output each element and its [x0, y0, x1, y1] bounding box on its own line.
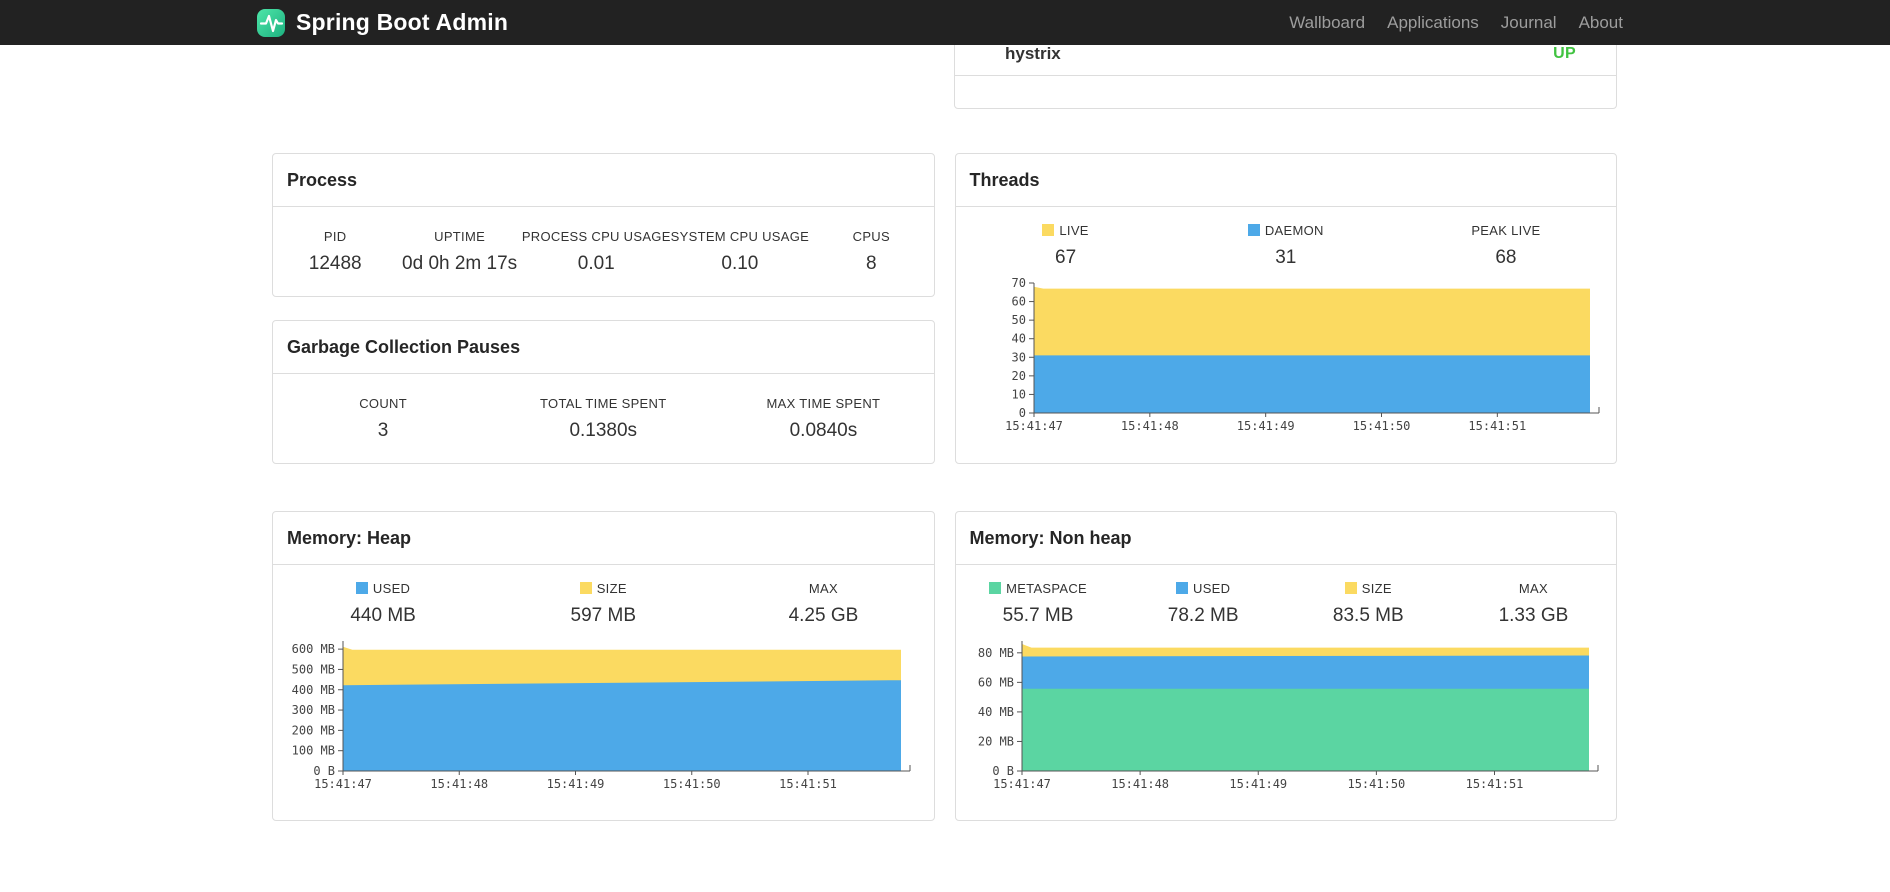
svg-text:400 MB: 400 MB	[292, 683, 335, 697]
svg-text:500 MB: 500 MB	[292, 662, 335, 676]
svg-text:60 MB: 60 MB	[977, 675, 1013, 689]
svg-text:20: 20	[1011, 369, 1025, 383]
svg-text:40 MB: 40 MB	[977, 705, 1013, 719]
stat-system-cpu-usage: SYSTEM CPU USAGE 0.10	[670, 229, 810, 274]
gc-panel-title: Garbage Collection Pauses	[273, 321, 934, 374]
memory-heap-panel: Memory: Heap USED 440 MB SIZE 597 MB MAX…	[272, 511, 935, 821]
threads-panel-title: Threads	[955, 154, 1616, 207]
size-series-swatch	[1344, 582, 1357, 594]
metaspace-series-swatch	[989, 582, 1002, 594]
used-series-swatch	[355, 582, 368, 594]
svg-text:15:41:49: 15:41:49	[1229, 777, 1287, 791]
svg-text:100 MB: 100 MB	[292, 744, 335, 758]
svg-text:15:41:47: 15:41:47	[314, 777, 372, 791]
legend-nonheap-size: SIZE 83.5 MB	[1332, 581, 1404, 626]
svg-text:0 B: 0 B	[313, 764, 335, 778]
threads-panel: Threads LIVE 67 DAEMON 31 PEAK LIVE 68 0…	[954, 153, 1617, 464]
nav-about[interactable]: About	[1568, 13, 1634, 33]
navbar-links: Wallboard Applications Journal About	[1278, 13, 1634, 33]
application-status-badge: UP	[1553, 45, 1576, 62]
brand-link[interactable]: Spring Boot Admin	[256, 8, 508, 38]
svg-text:50: 50	[1011, 313, 1025, 327]
svg-text:15:41:51: 15:41:51	[1468, 419, 1526, 433]
svg-text:30: 30	[1011, 350, 1025, 364]
svg-text:15:41:47: 15:41:47	[1005, 419, 1063, 433]
stat-gc-max-time: MAX TIME SPENT 0.0840s	[766, 396, 881, 441]
svg-text:40: 40	[1011, 332, 1025, 346]
nonheap-panel-title: Memory: Non heap	[955, 512, 1616, 565]
svg-text:15:41:48: 15:41:48	[430, 777, 488, 791]
threads-legend: LIVE 67 DAEMON 31 PEAK LIVE 68	[956, 207, 1617, 269]
svg-text:0: 0	[1018, 406, 1025, 420]
memory-nonheap-chart: 0 B 20 MB 40 MB 60 MB 80 MB 15:41:47 15:41:48 1…	[956, 633, 1617, 803]
process-panel-title: Process	[273, 154, 934, 207]
svg-text:15:41:49: 15:41:49	[1236, 419, 1294, 433]
nav-journal[interactable]: Journal	[1490, 13, 1568, 33]
svg-text:15:41:51: 15:41:51	[1465, 777, 1523, 791]
svg-text:15:41:50: 15:41:50	[1347, 777, 1405, 791]
svg-text:200 MB: 200 MB	[292, 723, 335, 737]
daemon-series-swatch	[1247, 224, 1260, 236]
svg-text:15:41:51: 15:41:51	[779, 777, 837, 791]
legend-heap-used: USED 440 MB	[350, 581, 416, 626]
svg-text:60: 60	[1011, 295, 1025, 309]
legend-metaspace: METASPACE 55.7 MB	[956, 581, 1121, 627]
nonheap-legend: METASPACE 55.7 MB USED 78.2 MB SIZE 83.5…	[956, 565, 1617, 627]
right-column: Threads LIVE 67 DAEMON 31 PEAK LIVE 68 0…	[954, 153, 1617, 821]
svg-text:300 MB: 300 MB	[292, 703, 335, 717]
svg-text:15:41:48: 15:41:48	[1120, 419, 1178, 433]
svg-text:80 MB: 80 MB	[977, 646, 1013, 660]
heap-panel-title: Memory: Heap	[273, 512, 934, 565]
memory-heap-chart: 0 B 100 MB 200 MB 300 MB 400 MB 500 MB 600 MB 1…	[273, 633, 934, 803]
stat-gc-total-time: TOTAL TIME SPENT 0.1380s	[540, 396, 667, 441]
spring-boot-admin-logo-icon	[256, 8, 286, 38]
navbar-inner: Spring Boot Admin Wallboard Applications…	[256, 0, 1634, 45]
stat-process-cpu-usage: PROCESS CPU USAGE 0.01	[521, 229, 671, 274]
svg-text:15:41:47: 15:41:47	[993, 777, 1051, 791]
stat-cpus: CPUS 8	[852, 229, 890, 274]
gc-stats: COUNT 3 TOTAL TIME SPENT 0.1380s MAX TIM…	[273, 374, 934, 442]
svg-text:20 MB: 20 MB	[977, 734, 1013, 748]
legend-nonheap-max: MAX 1.33 GB	[1498, 581, 1569, 626]
brand-title: Spring Boot Admin	[296, 9, 509, 35]
svg-text:70: 70	[1011, 276, 1025, 290]
stat-uptime: UPTIME 0d 0h 2m 17s	[402, 229, 518, 274]
application-name[interactable]: hystrix	[1005, 43, 1061, 65]
legend-peak-live: PEAK LIVE 68	[1471, 223, 1541, 268]
process-panel: Process PID 12488 UPTIME 0d 0h 2m 17s PR…	[272, 153, 935, 297]
svg-text:0 B: 0 B	[992, 764, 1014, 778]
legend-nonheap-used: USED 78.2 MB	[1167, 581, 1239, 626]
nav-applications[interactable]: Applications	[1376, 13, 1490, 33]
svg-text:15:41:50: 15:41:50	[663, 777, 721, 791]
legend-heap-size: SIZE 597 MB	[570, 581, 636, 626]
svg-text:10: 10	[1011, 387, 1025, 401]
left-column: Process PID 12488 UPTIME 0d 0h 2m 17s PR…	[272, 153, 935, 821]
panel-bottom-padding	[955, 76, 1616, 108]
stat-pid: PID 12488	[308, 229, 362, 274]
svg-text:600 MB: 600 MB	[292, 642, 335, 656]
navbar: Spring Boot Admin Wallboard Applications…	[0, 0, 1890, 45]
svg-text:15:41:48: 15:41:48	[1111, 777, 1169, 791]
legend-daemon: DAEMON 31	[1176, 223, 1396, 269]
used-series-swatch	[1176, 582, 1189, 594]
live-series-swatch	[1042, 224, 1055, 236]
nav-wallboard[interactable]: Wallboard	[1278, 13, 1376, 33]
stat-gc-count: COUNT 3	[359, 396, 407, 441]
garbage-collection-panel: Garbage Collection Pauses COUNT 3 TOTAL …	[272, 320, 935, 464]
heap-legend: USED 440 MB SIZE 597 MB MAX 4.25 GB	[273, 565, 934, 627]
content-container: Process PID 12488 UPTIME 0d 0h 2m 17s PR…	[272, 153, 1617, 821]
legend-heap-max: MAX 4.25 GB	[788, 581, 859, 626]
svg-text:15:41:50: 15:41:50	[1352, 419, 1410, 433]
size-series-swatch	[579, 582, 592, 594]
memory-nonheap-panel: Memory: Non heap METASPACE 55.7 MB USED …	[954, 511, 1617, 821]
legend-live: LIVE 67	[956, 223, 1176, 269]
threads-chart: 0 10 20 30 40 50 60 70 15:41:47 15:41:48 15:41:49 1…	[956, 275, 1617, 445]
svg-text:15:41:49: 15:41:49	[547, 777, 605, 791]
process-stats: PID 12488 UPTIME 0d 0h 2m 17s PROCESS CP…	[273, 207, 934, 275]
